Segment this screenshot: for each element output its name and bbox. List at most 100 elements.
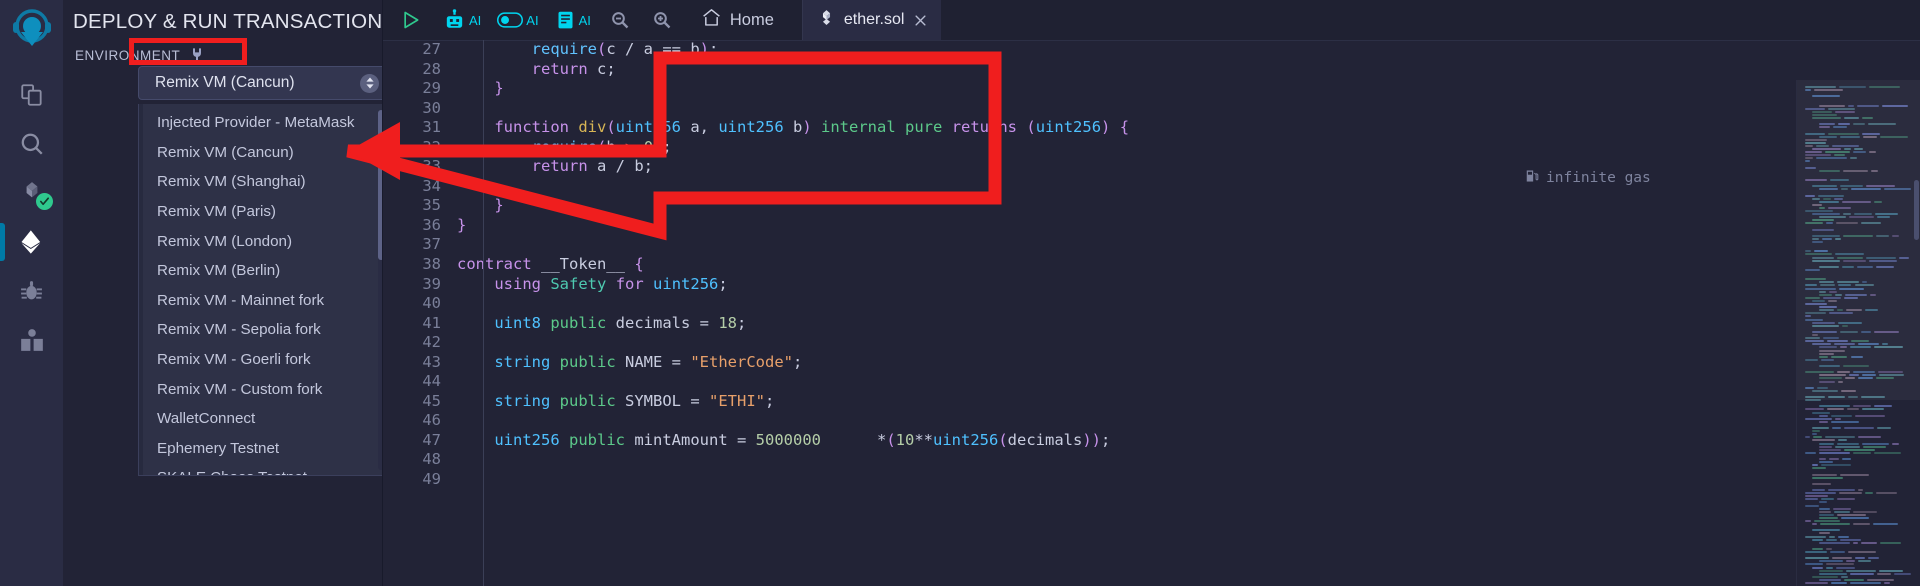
minimap-line [1805, 557, 1829, 560]
minimap-line [1819, 414, 1829, 417]
minimap-line [1876, 427, 1891, 429]
editor-area: AI AI AI Home ether.sol 27 28 29 30 31 3… [383, 0, 1920, 586]
code-line: require(c / a == b); [531, 40, 719, 58]
minimap-line [1805, 436, 1811, 439]
line-number: 37 [422, 235, 441, 254]
minimap-line [1853, 523, 1870, 526]
minimap-line [1858, 436, 1881, 439]
chevron-updown-icon[interactable] [360, 73, 379, 93]
line-number: 28 [422, 59, 441, 78]
dropdown-option[interactable]: Remix VM - Custom fork [139, 374, 387, 404]
file-explorer-icon[interactable] [0, 70, 63, 119]
minimap-line [1835, 566, 1856, 569]
zoom-in-icon[interactable] [641, 0, 683, 40]
environment-select[interactable]: Remix VM (Cancun) [138, 66, 388, 100]
dropdown-option[interactable]: Injected Provider - MetaMask [139, 108, 387, 138]
minimap-line [1821, 464, 1851, 467]
minimap-line [1841, 516, 1869, 519]
line-number: 39 [422, 274, 441, 293]
search-icon[interactable] [0, 119, 63, 168]
line-number: 47 [422, 430, 441, 449]
minimap-line [1805, 563, 1824, 566]
minimap-line [1819, 569, 1843, 572]
home-icon [701, 7, 722, 33]
code-line: } [494, 196, 504, 215]
deploy-run-panel: DEPLOY & RUN TRANSACTIONS ENVIRONMENT Re… [63, 0, 464, 586]
solidity-compiler-icon[interactable] [0, 168, 63, 217]
minimap-line [1805, 417, 1833, 420]
minimap-line [1852, 541, 1858, 544]
dropdown-option[interactable]: Remix VM - Sepolia fork [139, 315, 387, 345]
dropdown-option[interactable]: Remix VM (Cancun) [139, 138, 387, 168]
close-icon[interactable] [913, 13, 928, 28]
dropdown-option[interactable]: WalletConnect [139, 404, 387, 434]
line-number: 41 [422, 313, 441, 332]
line-number: 44 [422, 372, 441, 391]
environment-label-row: ENVIRONMENT [73, 44, 211, 66]
dropdown-option[interactable]: Ephemery Testnet [139, 434, 387, 464]
zoom-out-icon[interactable] [599, 0, 641, 40]
minimap-line [1831, 582, 1848, 584]
minimap-line [1826, 408, 1844, 411]
minimap-line [1892, 442, 1900, 445]
minimap-line [1872, 523, 1899, 526]
minimap-line [1812, 575, 1838, 578]
run-script-icon[interactable] [397, 0, 435, 40]
minimap-line [1833, 507, 1852, 510]
debugger-icon[interactable] [0, 266, 63, 315]
minimap-line [1812, 439, 1836, 442]
minimap-line [1819, 507, 1831, 510]
editor-scrollbar-thumb[interactable] [1914, 180, 1919, 240]
line-number: 38 [422, 255, 441, 274]
minimap-line [1812, 489, 1825, 491]
dropdown-option[interactable]: Remix VM (London) [139, 226, 387, 256]
ai-docs-icon[interactable]: AI [547, 0, 599, 40]
editor-tab-ether-sol[interactable]: ether.sol [802, 0, 942, 40]
dropdown-option[interactable]: Remix VM (Berlin) [139, 256, 387, 286]
dropdown-option[interactable]: Remix VM (Paris) [139, 197, 387, 227]
minimap-line [1840, 538, 1862, 541]
code-text-area[interactable]: require(c / a == b); return c; } functio… [455, 40, 1920, 586]
dropdown-option[interactable]: Remix VM - Mainnet fork [139, 286, 387, 316]
minimap-viewport-slider[interactable] [1797, 80, 1920, 400]
line-number: 43 [422, 352, 441, 371]
minimap-line [1845, 569, 1877, 572]
minimap-line [1855, 414, 1886, 417]
minimap-line [1843, 427, 1874, 429]
minimap-line [1819, 578, 1841, 581]
home-tab[interactable]: Home [683, 7, 788, 33]
minimap-line [1819, 532, 1831, 535]
remix-ide-window: DEPLOY & RUN TRANSACTIONS ENVIRONMENT Re… [0, 0, 1920, 586]
dropdown-option[interactable]: Remix VM (Shanghai) [139, 167, 387, 197]
ai-toggle-switch[interactable]: AI [489, 0, 546, 40]
minimap-line [1805, 582, 1829, 584]
gas-pump-icon [1525, 168, 1539, 188]
minimap-line [1867, 557, 1880, 560]
minimap-line [1853, 510, 1878, 513]
ai-assistant-icon[interactable]: AI [435, 0, 489, 40]
minimap-line [1830, 420, 1859, 423]
environment-dropdown-list[interactable]: Injected Provider - MetaMask Remix VM (Ca… [138, 104, 388, 476]
code-minimap[interactable] [1796, 80, 1920, 586]
minimap-line [1813, 520, 1841, 522]
line-number: 32 [422, 137, 441, 156]
gas-note-label: infinite gas [1546, 170, 1651, 186]
code-viewport[interactable]: 27 28 29 30 31 32 33 34 35 36 37 38 39 40 41 42 43 44 45 46… [383, 40, 1920, 586]
plug-icon[interactable] [189, 46, 205, 64]
plugin-manager-icon[interactable] [0, 315, 63, 364]
minimap-line [1846, 560, 1855, 563]
dropdown-option[interactable]: Remix VM - Goerli fork [139, 345, 387, 375]
minimap-line [1873, 451, 1902, 454]
minimap-line [1852, 451, 1871, 454]
remix-logo[interactable] [6, 4, 58, 56]
minimap-line [1819, 451, 1850, 454]
home-label: Home [729, 10, 774, 29]
minimap-line [1805, 498, 1819, 501]
dropdown-option[interactable]: SKALE Chaos Testnet [139, 463, 387, 475]
icon-rail [0, 0, 63, 586]
minimap-line [1837, 442, 1859, 445]
sidebar-item-deploy-run[interactable] [0, 217, 63, 266]
code-line: uint8 public decimals = 18; [494, 313, 747, 332]
